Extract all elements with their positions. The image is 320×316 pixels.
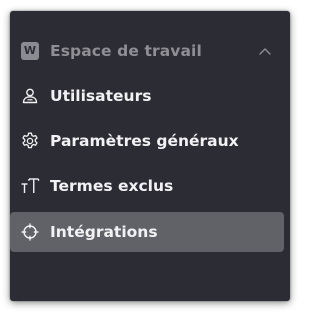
nav-label-integrations: Intégrations bbox=[50, 223, 158, 241]
text-size-icon bbox=[21, 178, 40, 193]
nav-item-parametres-generaux[interactable]: Paramètres généraux bbox=[10, 121, 284, 161]
workspace-menu: W Espace de travail Utilisateurs Paramèt… bbox=[10, 11, 290, 301]
gear-icon bbox=[22, 132, 38, 149]
chevron-up-icon[interactable] bbox=[257, 43, 273, 59]
users-icon bbox=[22, 88, 38, 104]
section-header-workspace[interactable]: W Espace de travail bbox=[10, 39, 290, 63]
nav-item-utilisateurs[interactable]: Utilisateurs bbox=[10, 76, 284, 116]
nav-label-utilisateurs: Utilisateurs bbox=[50, 87, 152, 105]
nav-item-integrations[interactable]: Intégrations bbox=[10, 212, 284, 252]
section-title: Espace de travail bbox=[50, 42, 202, 60]
crosshair-icon bbox=[21, 223, 39, 241]
nav-label-termes-exclus: Termes exclus bbox=[50, 177, 174, 195]
workspace-badge-icon: W bbox=[21, 42, 39, 60]
nav-item-termes-exclus[interactable]: Termes exclus bbox=[10, 166, 284, 206]
nav-label-parametres-generaux: Paramètres généraux bbox=[50, 132, 239, 150]
